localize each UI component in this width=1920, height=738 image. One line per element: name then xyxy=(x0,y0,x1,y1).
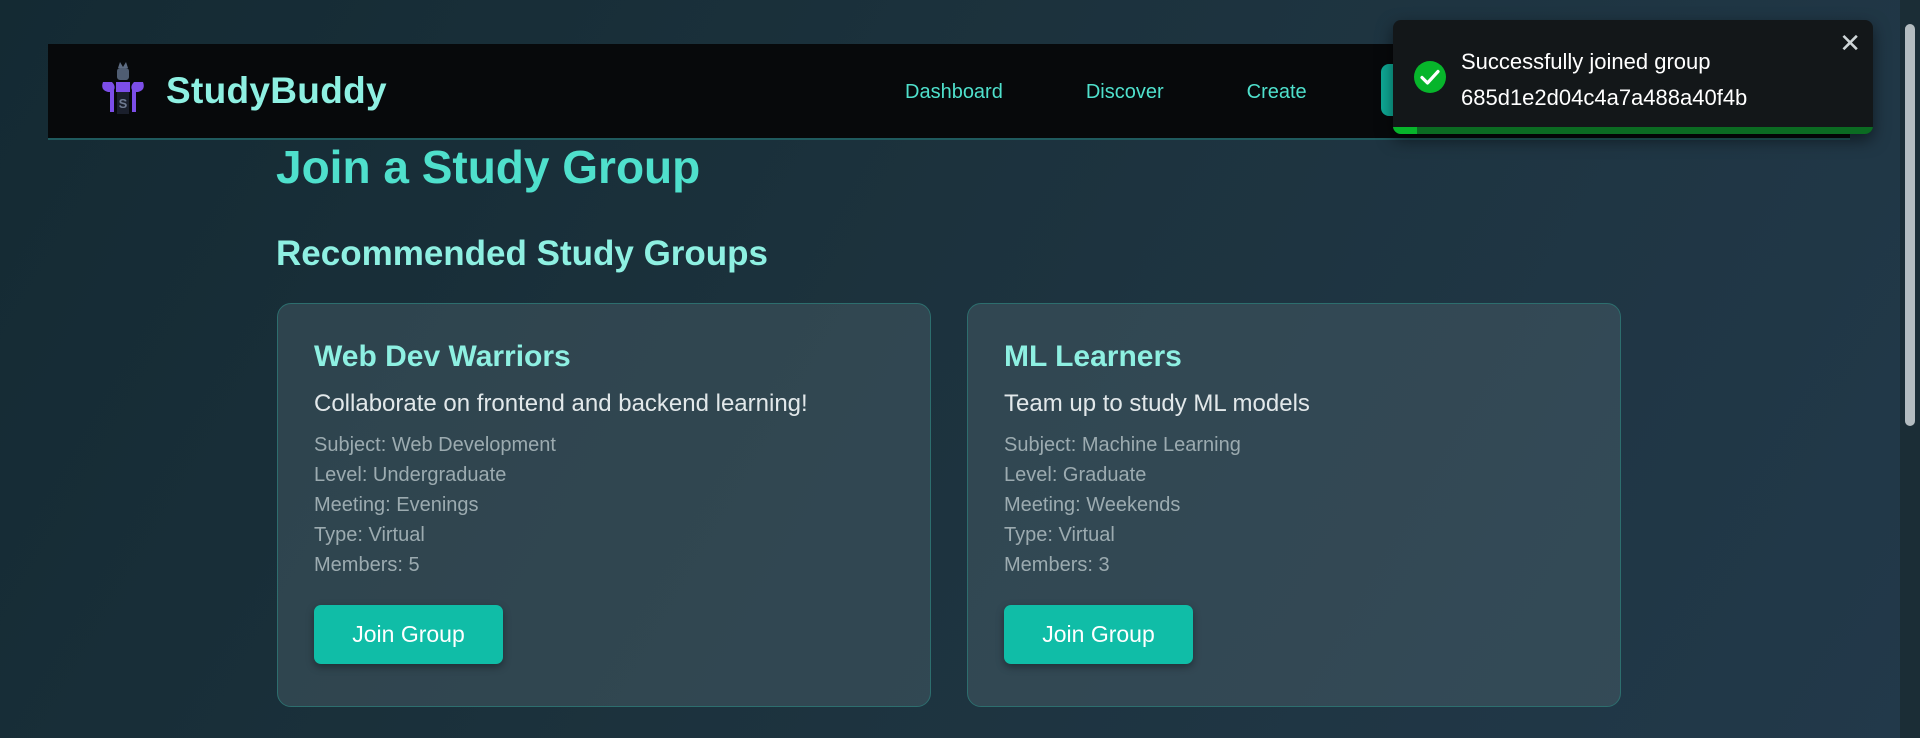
scrollbar-thumb[interactable] xyxy=(1905,24,1915,426)
join-group-button[interactable]: Join Group xyxy=(1004,605,1193,664)
toast-message: Successfully joined group 685d1e2d04c4a7… xyxy=(1461,49,1748,110)
check-circle-icon xyxy=(1414,61,1446,93)
group-card: ML Learners Team up to study ML models S… xyxy=(967,303,1621,707)
brand-name: StudyBuddy xyxy=(166,70,387,111)
group-type: Type: Virtual xyxy=(314,524,425,546)
group-meeting: Meeting: Weekends xyxy=(1004,494,1181,516)
toast-progress-bar xyxy=(1393,127,1417,134)
study-buddy-logo-icon: S xyxy=(102,62,144,114)
group-level: Level: Undergraduate xyxy=(314,464,507,486)
group-level: Level: Graduate xyxy=(1004,464,1147,486)
group-members: Members: 5 xyxy=(314,554,420,576)
group-members: Members: 3 xyxy=(1004,554,1110,576)
brand-logo-link[interactable]: S StudyBuddy xyxy=(100,62,387,120)
nav-link-dashboard[interactable]: Dashboard xyxy=(905,81,1003,104)
join-group-button[interactable]: Join Group xyxy=(314,605,503,664)
section-title: Recommended Study Groups xyxy=(276,234,769,273)
group-meta: Subject: Machine Learning Level: Graduat… xyxy=(1004,430,1584,580)
nav-links: Dashboard Discover Create xyxy=(905,44,1390,140)
page-scrollbar[interactable] xyxy=(1900,0,1920,738)
success-toast: Successfully joined group 685d1e2d04c4a7… xyxy=(1393,20,1873,134)
group-subject: Subject: Web Development xyxy=(314,434,556,456)
group-meeting: Meeting: Evenings xyxy=(314,494,479,516)
toast-progress-track xyxy=(1393,127,1873,134)
svg-text:S: S xyxy=(119,96,128,111)
group-meta: Subject: Web Development Level: Undergra… xyxy=(314,430,894,580)
group-name: ML Learners xyxy=(1004,340,1182,373)
group-subject: Subject: Machine Learning xyxy=(1004,434,1241,456)
nav-link-create[interactable]: Create xyxy=(1247,81,1307,104)
close-icon[interactable]: ✕ xyxy=(1839,28,1861,59)
group-card: Web Dev Warriors Collaborate on frontend… xyxy=(277,303,931,707)
page-title: Join a Study Group xyxy=(276,141,701,193)
group-type: Type: Virtual xyxy=(1004,524,1115,546)
group-name: Web Dev Warriors xyxy=(314,340,571,373)
nav-link-discover[interactable]: Discover xyxy=(1086,81,1164,104)
